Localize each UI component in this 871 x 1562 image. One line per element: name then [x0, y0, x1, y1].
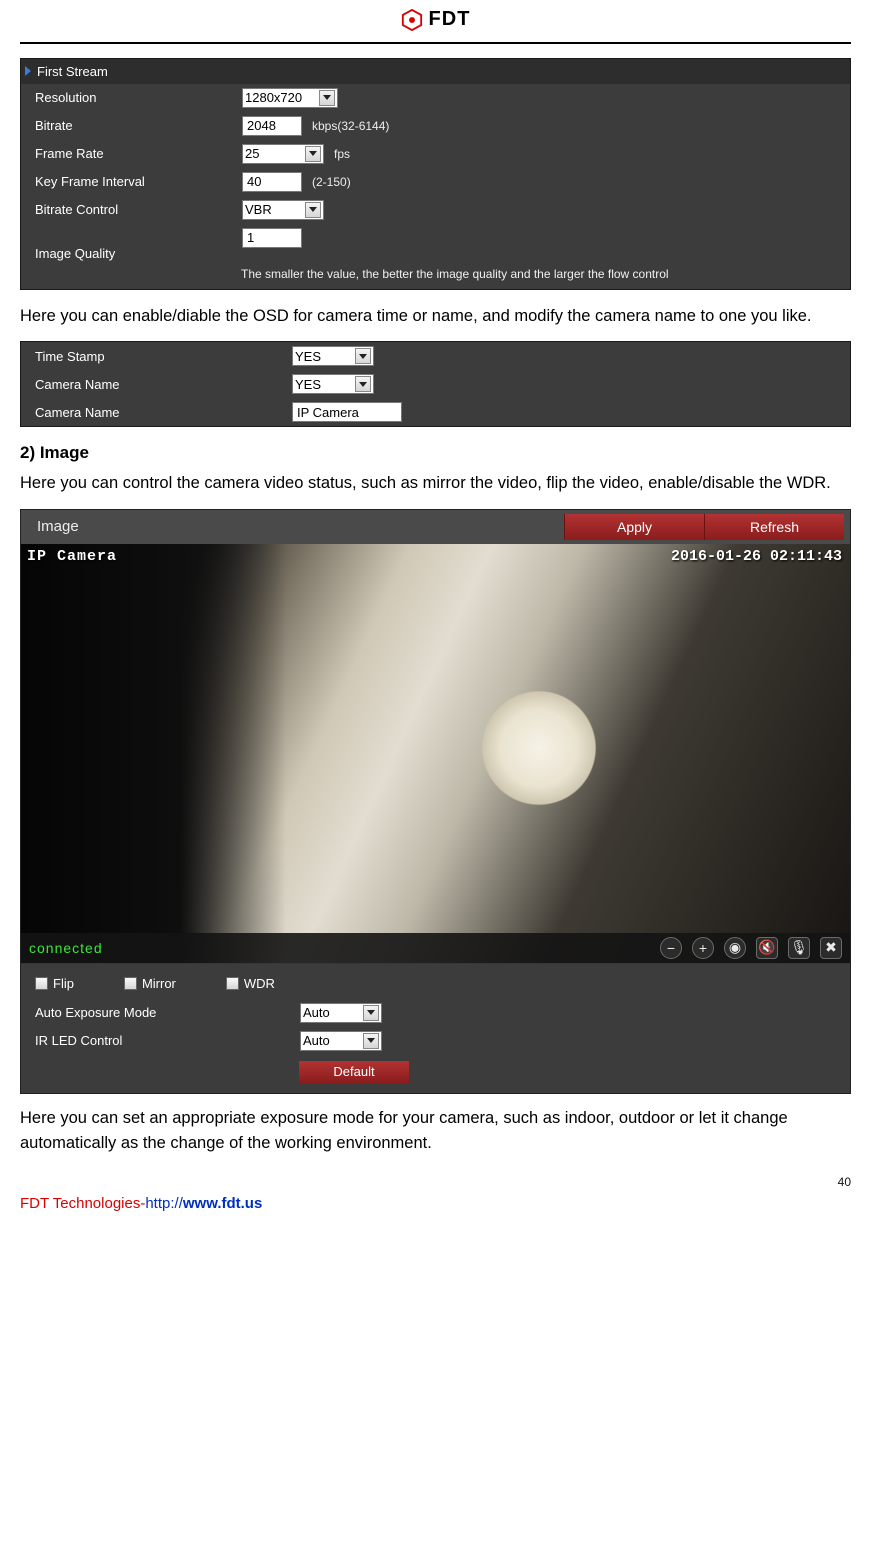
page-number: 40 — [20, 1175, 851, 1189]
bitrate-label: Bitrate — [27, 118, 232, 133]
image-settings-block: Image Apply Refresh IP Camera 2016-01-26… — [20, 509, 851, 1094]
ir-led-value: Auto — [303, 1033, 330, 1048]
footer-proto: http:// — [145, 1195, 183, 1212]
image-block-header: Image Apply Refresh — [21, 510, 850, 544]
timestamp-select[interactable]: YES — [292, 346, 374, 366]
chevron-down-icon — [305, 146, 321, 162]
apply-button[interactable]: Apply — [564, 514, 704, 540]
checkbox-icon — [226, 977, 239, 990]
osd-description: Here you can enable/diable the OSD for c… — [20, 304, 851, 330]
framerate-value: 25 — [245, 146, 259, 161]
resolution-label: Resolution — [27, 90, 232, 105]
exposure-mode-value: Auto — [303, 1005, 330, 1020]
camera-name-enable-select[interactable]: YES — [292, 374, 374, 394]
chevron-down-icon — [355, 348, 371, 364]
wdr-checkbox[interactable]: WDR — [226, 976, 275, 991]
camera-name-input[interactable]: IP Camera — [292, 402, 402, 422]
keyframe-value: 40 — [247, 174, 261, 189]
image-options: Flip Mirror WDR Auto Exposure Mode Auto … — [21, 964, 850, 1093]
tools-icon[interactable]: ✖ — [820, 937, 842, 959]
camera-name-label: Camera Name — [27, 405, 282, 420]
mirror-checkbox[interactable]: Mirror — [124, 976, 176, 991]
timestamp-value: YES — [295, 349, 321, 364]
exposure-mode-select[interactable]: Auto — [300, 1003, 382, 1023]
bitrate-control-label: Bitrate Control — [27, 202, 232, 217]
chevron-down-icon — [355, 376, 371, 392]
framerate-select[interactable]: 25 — [242, 144, 324, 164]
footer-company: FDT Technologies- — [20, 1195, 145, 1212]
zoom-in-icon[interactable]: + — [692, 937, 714, 959]
video-preview: IP Camera 2016-01-26 02:11:43 connected … — [21, 544, 850, 964]
bitrate-control-select[interactable]: VBR — [242, 200, 324, 220]
brand-icon — [401, 9, 423, 31]
image-description: Here you can control the camera video st… — [20, 471, 851, 497]
mirror-label: Mirror — [142, 976, 176, 991]
refresh-button[interactable]: Refresh — [704, 514, 844, 540]
page-header: FDT — [20, 0, 851, 44]
bitrate-control-value: VBR — [245, 202, 272, 217]
camera-name-value: IP Camera — [297, 405, 359, 420]
bitrate-value: 2048 — [247, 118, 276, 133]
stream-settings-panel: First Stream Resolution 1280x720 Bitrate… — [20, 58, 851, 290]
footer-domain: www.fdt.us — [183, 1195, 262, 1212]
video-osd-name: IP Camera — [27, 548, 117, 565]
bitrate-hint: kbps(32-6144) — [312, 119, 389, 133]
keyframe-hint: (2-150) — [312, 175, 351, 189]
chevron-down-icon — [319, 90, 335, 106]
ir-led-label: IR LED Control — [35, 1033, 290, 1048]
footer: FDT Technologies-http://www.fdt.us — [20, 1195, 851, 1212]
flip-checkbox[interactable]: Flip — [35, 976, 74, 991]
default-button[interactable]: Default — [299, 1061, 409, 1083]
keyframe-label: Key Frame Interval — [27, 174, 232, 189]
chevron-down-icon — [363, 1005, 379, 1021]
exposure-mode-label: Auto Exposure Mode — [35, 1005, 290, 1020]
checkbox-icon — [35, 977, 48, 990]
chevron-down-icon — [363, 1033, 379, 1049]
checkbox-icon — [124, 977, 137, 990]
section-image-title: 2) Image — [20, 443, 851, 463]
video-osd-time: 2016-01-26 02:11:43 — [671, 548, 842, 565]
ir-led-select[interactable]: Auto — [300, 1031, 382, 1051]
image-quality-label: Image Quality — [27, 228, 232, 261]
brand-logo: FDT — [401, 8, 471, 31]
exposure-description: Here you can set an appropriate exposure… — [20, 1106, 851, 1157]
wdr-label: WDR — [244, 976, 275, 991]
osd-settings-panel: Time Stamp YES Camera Name YES Camera Na… — [20, 341, 851, 427]
record-icon[interactable]: ◉ — [724, 937, 746, 959]
zoom-out-icon[interactable]: − — [660, 937, 682, 959]
image-quality-value: 1 — [247, 230, 254, 245]
camera-name-enable-label: Camera Name — [27, 377, 282, 392]
image-quality-input[interactable]: 1 — [242, 228, 302, 248]
resolution-value: 1280x720 — [245, 90, 302, 105]
timestamp-label: Time Stamp — [27, 349, 282, 364]
stream-section-header[interactable]: First Stream — [21, 59, 850, 84]
brand-text: FDT — [429, 8, 471, 31]
expand-icon — [25, 66, 31, 76]
resolution-select[interactable]: 1280x720 — [242, 88, 338, 108]
camera-name-enable-value: YES — [295, 377, 321, 392]
image-block-title: Image — [37, 518, 79, 535]
framerate-label: Frame Rate — [27, 146, 232, 161]
framerate-unit: fps — [334, 147, 350, 161]
keyframe-input[interactable]: 40 — [242, 172, 302, 192]
bitrate-input[interactable]: 2048 — [242, 116, 302, 136]
image-quality-hint: The smaller the value, the better the im… — [21, 265, 850, 289]
video-frame — [21, 544, 850, 963]
video-control-bar: connected − + ◉ 🔇 🎙 ✖ — [21, 933, 850, 963]
chevron-down-icon — [305, 202, 321, 218]
flip-label: Flip — [53, 976, 74, 991]
mute-icon[interactable]: 🔇 — [756, 937, 778, 959]
connection-status: connected — [29, 940, 650, 956]
mic-off-icon[interactable]: 🎙 — [788, 937, 810, 959]
stream-section-title: First Stream — [37, 64, 108, 79]
